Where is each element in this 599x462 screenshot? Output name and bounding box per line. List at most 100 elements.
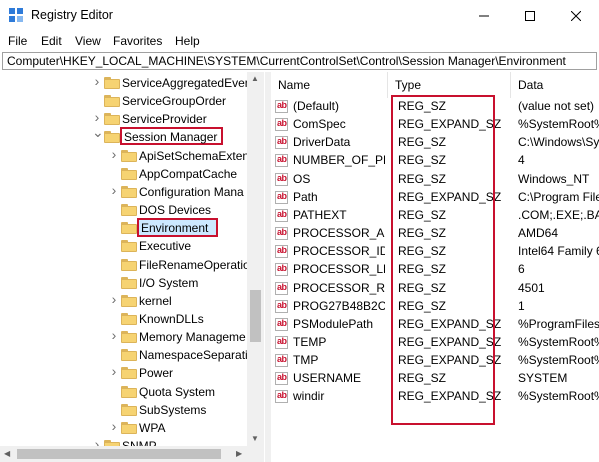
value-name: NUMBER_OF_PR... [293, 153, 385, 168]
string-value-icon: ab [275, 227, 288, 241]
tree-item-label: NamespaceSeparatic [139, 348, 254, 363]
string-value-icon: ab [275, 335, 288, 349]
value-name: USERNAME [293, 371, 362, 386]
value-data: SYSTEM [518, 371, 568, 386]
tree-item[interactable]: › kernel [0, 292, 265, 310]
value-name: PROCESSOR_AR... [293, 226, 385, 241]
folder-icon [121, 149, 137, 162]
menu-edit[interactable]: Edit [41, 34, 62, 48]
tree-item-label: WPA [139, 420, 166, 435]
tree-item[interactable]: › ServiceProvider [0, 110, 265, 128]
tree-item[interactable]: KnownDLLs [0, 310, 265, 328]
value-data: Intel64 Family 6 [518, 244, 599, 259]
string-value-icon: ab [275, 245, 288, 259]
column-header-name[interactable]: Name [271, 72, 388, 98]
tree-item[interactable]: SubSystems [0, 401, 265, 419]
chevron-right-icon[interactable]: › [109, 328, 119, 342]
menu-view[interactable]: View [75, 34, 101, 48]
string-value-icon: ab [275, 372, 288, 386]
key-tree[interactable]: › ServiceAggregatedEven ServiceGroupOrder ›… [0, 72, 265, 446]
tree-scroll-thumb[interactable] [250, 290, 261, 342]
folder-icon [121, 367, 137, 380]
tree-item-label: ServiceGroupOrder [122, 94, 227, 109]
tree-item[interactable]: › Memory Manageme [0, 328, 265, 346]
folder-icon [121, 331, 137, 344]
folder-icon [121, 312, 137, 325]
tree-item[interactable]: Executive [0, 237, 265, 255]
chevron-right-icon[interactable]: › [92, 437, 102, 446]
tree-hscroll-thumb[interactable] [17, 449, 221, 459]
tree-item[interactable]: ⌄ Session Manager [0, 125, 265, 146]
folder-icon [121, 349, 137, 362]
menu-favorites[interactable]: Favorites [113, 34, 162, 48]
window-title: Registry Editor [31, 8, 113, 22]
tree-item[interactable]: Quota System [0, 383, 265, 401]
address-path: Computer\HKEY_LOCAL_MACHINE\SYSTEM\Curre… [7, 54, 566, 68]
value-name: PSModulePath [293, 316, 374, 331]
minimize-button[interactable] [461, 0, 507, 31]
value-data: %ProgramFiles [518, 316, 599, 331]
tree-item[interactable]: › WPA [0, 419, 265, 437]
tree-item[interactable]: FileRenameOperatio [0, 256, 265, 274]
value-data: 4501 [518, 280, 545, 295]
folder-icon [121, 222, 137, 235]
chevron-right-icon[interactable]: › [109, 419, 119, 433]
tree-item-label: Session Manager [120, 127, 224, 146]
scroll-left-icon[interactable]: ◀ [4, 449, 10, 458]
tree-item-label: SubSystems [139, 402, 207, 417]
menu-help[interactable]: Help [175, 34, 200, 48]
tree-item[interactable]: I/O System [0, 274, 265, 292]
scroll-right-icon[interactable]: ▶ [236, 449, 242, 458]
chevron-right-icon[interactable]: › [92, 74, 102, 88]
value-name: TMP [293, 353, 319, 368]
string-value-icon: ab [275, 172, 288, 186]
value-name: PATHEXT [293, 207, 347, 222]
maximize-button[interactable] [507, 0, 553, 31]
folder-icon [121, 185, 137, 198]
tree-item-label: Executive [139, 239, 192, 254]
menu-file[interactable]: File [8, 34, 27, 48]
folder-icon [121, 167, 137, 180]
chevron-right-icon[interactable]: › [109, 147, 119, 161]
tree-item[interactable]: › Configuration Mana [0, 183, 265, 201]
chevron-right-icon[interactable]: › [109, 364, 119, 378]
folder-icon [104, 77, 120, 89]
tree-item-label: Configuration Mana [139, 184, 244, 199]
tree-item[interactable]: NamespaceSeparatic [0, 346, 265, 364]
folder-icon [104, 95, 120, 108]
address-bar[interactable]: Computer\HKEY_LOCAL_MACHINE\SYSTEM\Curre… [2, 52, 597, 70]
string-value-icon: ab [275, 354, 288, 368]
folder-icon [121, 276, 137, 289]
tree-item-label: AppCompatCache [139, 166, 238, 181]
tree-item[interactable]: Environment [0, 218, 265, 238]
value-data: (value not set) [518, 99, 595, 113]
tree-item-label: FileRenameOperatio [139, 257, 250, 272]
tree-item[interactable]: ServiceGroupOrder [0, 92, 265, 110]
tree-item[interactable]: › Power [0, 364, 265, 382]
close-button[interactable] [553, 0, 599, 31]
scroll-up-icon[interactable]: ▲ [251, 74, 259, 83]
chevron-right-icon[interactable]: › [92, 110, 102, 124]
tree-item[interactable]: AppCompatCache [0, 165, 265, 183]
folder-icon [121, 258, 137, 271]
tree-vertical-scrollbar[interactable]: ▲ ▼ [247, 72, 264, 446]
chevron-down-icon[interactable]: ⌄ [92, 125, 104, 139]
value-data: 1 [518, 298, 525, 313]
string-value-icon: ab [275, 281, 288, 295]
string-value-icon: ab [275, 208, 288, 222]
tree-item[interactable]: › SNMP [0, 437, 265, 446]
tree-item[interactable]: › ApiSetSchemaExtens [0, 147, 265, 165]
tree-item[interactable]: DOS Devices [0, 201, 265, 219]
column-header-data[interactable]: Data [511, 72, 599, 98]
string-value-icon: ab [275, 263, 288, 277]
tree-item[interactable]: › ServiceAggregatedEven [0, 74, 265, 92]
tree-horizontal-scrollbar[interactable]: ◀ ▶ [0, 446, 264, 462]
scroll-down-icon[interactable]: ▼ [251, 434, 259, 443]
chevron-right-icon[interactable]: › [109, 292, 119, 306]
chevron-right-icon[interactable]: › [109, 183, 119, 197]
folder-icon [104, 113, 120, 126]
value-data: 6 [518, 262, 525, 277]
value-name: PROCESSOR_LE... [293, 262, 385, 277]
value-data: Windows_NT [518, 171, 590, 186]
tree-item-label: Memory Manageme [139, 330, 246, 345]
